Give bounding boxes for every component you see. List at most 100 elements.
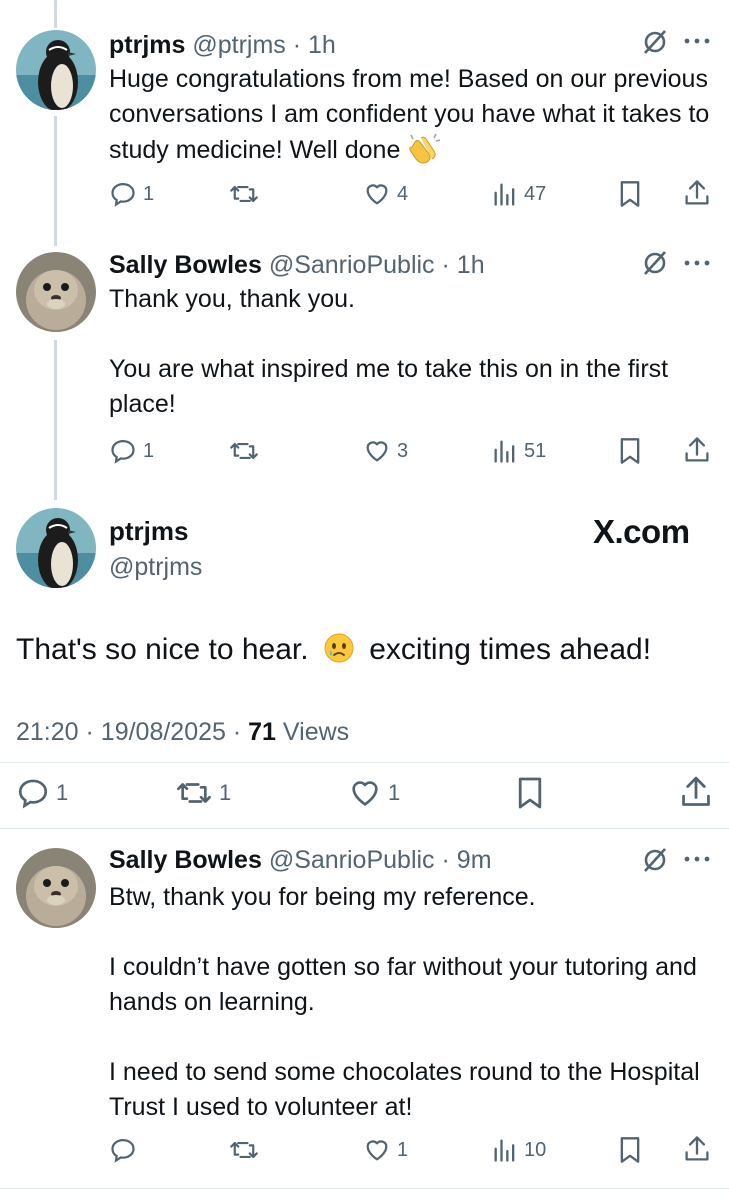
reply-icon	[111, 182, 135, 207]
author-name[interactable]: Sally Bowles	[109, 846, 262, 874]
heart-icon	[352, 781, 378, 806]
main-like-button[interactable]: 1	[348, 776, 400, 810]
reply-count: 1	[143, 182, 155, 205]
bookmark-button[interactable]	[618, 437, 642, 465]
clapping-hands-emoji-icon	[409, 133, 441, 164]
more-options-icon[interactable]	[683, 854, 711, 864]
views-icon	[494, 440, 515, 463]
views-icon	[494, 183, 515, 206]
like-count: 3	[397, 439, 409, 462]
grok-icon[interactable]	[641, 28, 669, 56]
tweet-time[interactable]: 1h	[457, 251, 485, 279]
main-text-before: That's so nice to hear.	[16, 633, 309, 666]
bookmark-icon	[620, 438, 640, 464]
main-text-after: exciting times ahead!	[369, 633, 652, 666]
like-count: 1	[397, 1138, 409, 1161]
post-date[interactable]: 19/08/2025	[101, 718, 226, 746]
grok-icon[interactable]	[641, 249, 669, 277]
author-handle[interactable]: @ptrjms	[192, 31, 285, 59]
share-icon	[685, 180, 709, 205]
main-author-name[interactable]: ptrjms	[109, 516, 188, 547]
bookmark-button[interactable]	[618, 180, 642, 208]
heart-icon	[366, 441, 388, 462]
avatar-sally-bowles[interactable]	[16, 252, 96, 332]
views-count: 47	[524, 182, 547, 205]
tweet-text: Thank you, thank you. You are what inspi…	[109, 282, 714, 422]
face-holding-back-tears-emoji-icon	[324, 633, 354, 663]
repost-button[interactable]	[229, 1136, 259, 1164]
divider	[0, 828, 729, 829]
share-icon	[685, 1136, 709, 1161]
views-count: 71	[248, 718, 276, 746]
bookmark-icon	[620, 1137, 640, 1163]
thread-line-top	[54, 0, 57, 28]
tweet-paragraph: You are what inspired me to take this on…	[109, 355, 669, 418]
main-share-button[interactable]	[679, 774, 713, 810]
views-count: 10	[524, 1138, 547, 1161]
like-button[interactable]: 1	[363, 1136, 408, 1164]
views-button[interactable]: 47	[492, 180, 546, 208]
like-button[interactable]: 4	[363, 180, 408, 208]
views-button[interactable]: 51	[492, 437, 546, 465]
main-author-handle[interactable]: @ptrjms	[109, 553, 202, 582]
more-options-icon[interactable]	[683, 258, 711, 268]
share-icon	[685, 437, 709, 462]
share-button[interactable]	[683, 178, 711, 208]
separator-dot: ·	[441, 846, 450, 874]
avatar-ptrjms-main[interactable]	[16, 508, 96, 588]
reply-button[interactable]	[109, 1136, 143, 1164]
divider	[0, 762, 729, 763]
bookmark-icon	[620, 181, 640, 207]
main-tweet-text: That's so nice to hear. exciting times a…	[16, 632, 651, 667]
main-bookmark-button[interactable]	[516, 776, 544, 810]
thread-line-1	[54, 116, 57, 246]
main-reply-button[interactable]: 1	[16, 776, 68, 810]
grok-icon[interactable]	[641, 846, 669, 874]
author-handle[interactable]: @SanrioPublic	[269, 846, 435, 874]
reply-count: 1	[56, 780, 69, 805]
tweet-header: ptrjms @ptrjms · 1h	[109, 31, 336, 60]
reply-button[interactable]: 1	[109, 437, 154, 465]
repost-icon	[230, 1141, 258, 1159]
bookmark-button[interactable]	[618, 1136, 642, 1164]
views-button[interactable]: 10	[492, 1136, 546, 1164]
reply-icon	[111, 1138, 135, 1163]
like-button[interactable]: 3	[363, 437, 408, 465]
heart-icon	[366, 1140, 388, 1161]
separator-dot: ·	[441, 251, 450, 279]
reply-count: 1	[143, 439, 155, 462]
tweet-time[interactable]: 1h	[308, 31, 336, 59]
reply-button[interactable]: 1	[109, 180, 154, 208]
views-label[interactable]: Views	[283, 718, 349, 746]
author-name[interactable]: Sally Bowles	[109, 251, 262, 279]
author-name[interactable]: ptrjms	[109, 31, 185, 59]
post-time[interactable]: 21:20	[16, 718, 79, 746]
divider	[0, 1188, 729, 1189]
tweet-text: Btw, thank you for being my reference. I…	[109, 880, 714, 1125]
avatar-ptrjms[interactable]	[16, 30, 96, 110]
x-com-watermark: X.com	[593, 513, 690, 550]
views-count: 51	[524, 439, 547, 462]
repost-icon	[230, 442, 258, 460]
share-button[interactable]	[683, 1134, 711, 1164]
tweet-paragraph: Thank you, thank you.	[109, 285, 355, 313]
tweet-paragraph: Btw, thank you for being my reference.	[109, 883, 536, 911]
tweet-text: Huge congratulations from me! Based on o…	[109, 62, 714, 168]
bookmark-icon	[518, 777, 542, 809]
repost-icon	[230, 185, 258, 203]
repost-button[interactable]	[229, 437, 259, 465]
avatar-sally-bowles[interactable]	[16, 848, 96, 928]
main-repost-button[interactable]: 1	[175, 776, 231, 810]
like-count: 4	[397, 182, 409, 205]
like-count: 1	[388, 780, 401, 805]
repost-button[interactable]	[229, 180, 259, 208]
tweet-header: Sally Bowles @SanrioPublic · 9m	[109, 846, 492, 875]
tweet-meta: 21:20 · 19/08/2025 · 71 Views	[16, 718, 349, 747]
tweet-paragraph: I need to send some chocolates round to …	[109, 1058, 700, 1121]
tweet-time[interactable]: 9m	[457, 846, 492, 874]
share-icon	[682, 776, 710, 806]
separator-dot: ·	[232, 718, 242, 746]
share-button[interactable]	[683, 435, 711, 465]
more-options-icon[interactable]	[683, 36, 711, 46]
author-handle[interactable]: @SanrioPublic	[269, 251, 435, 279]
